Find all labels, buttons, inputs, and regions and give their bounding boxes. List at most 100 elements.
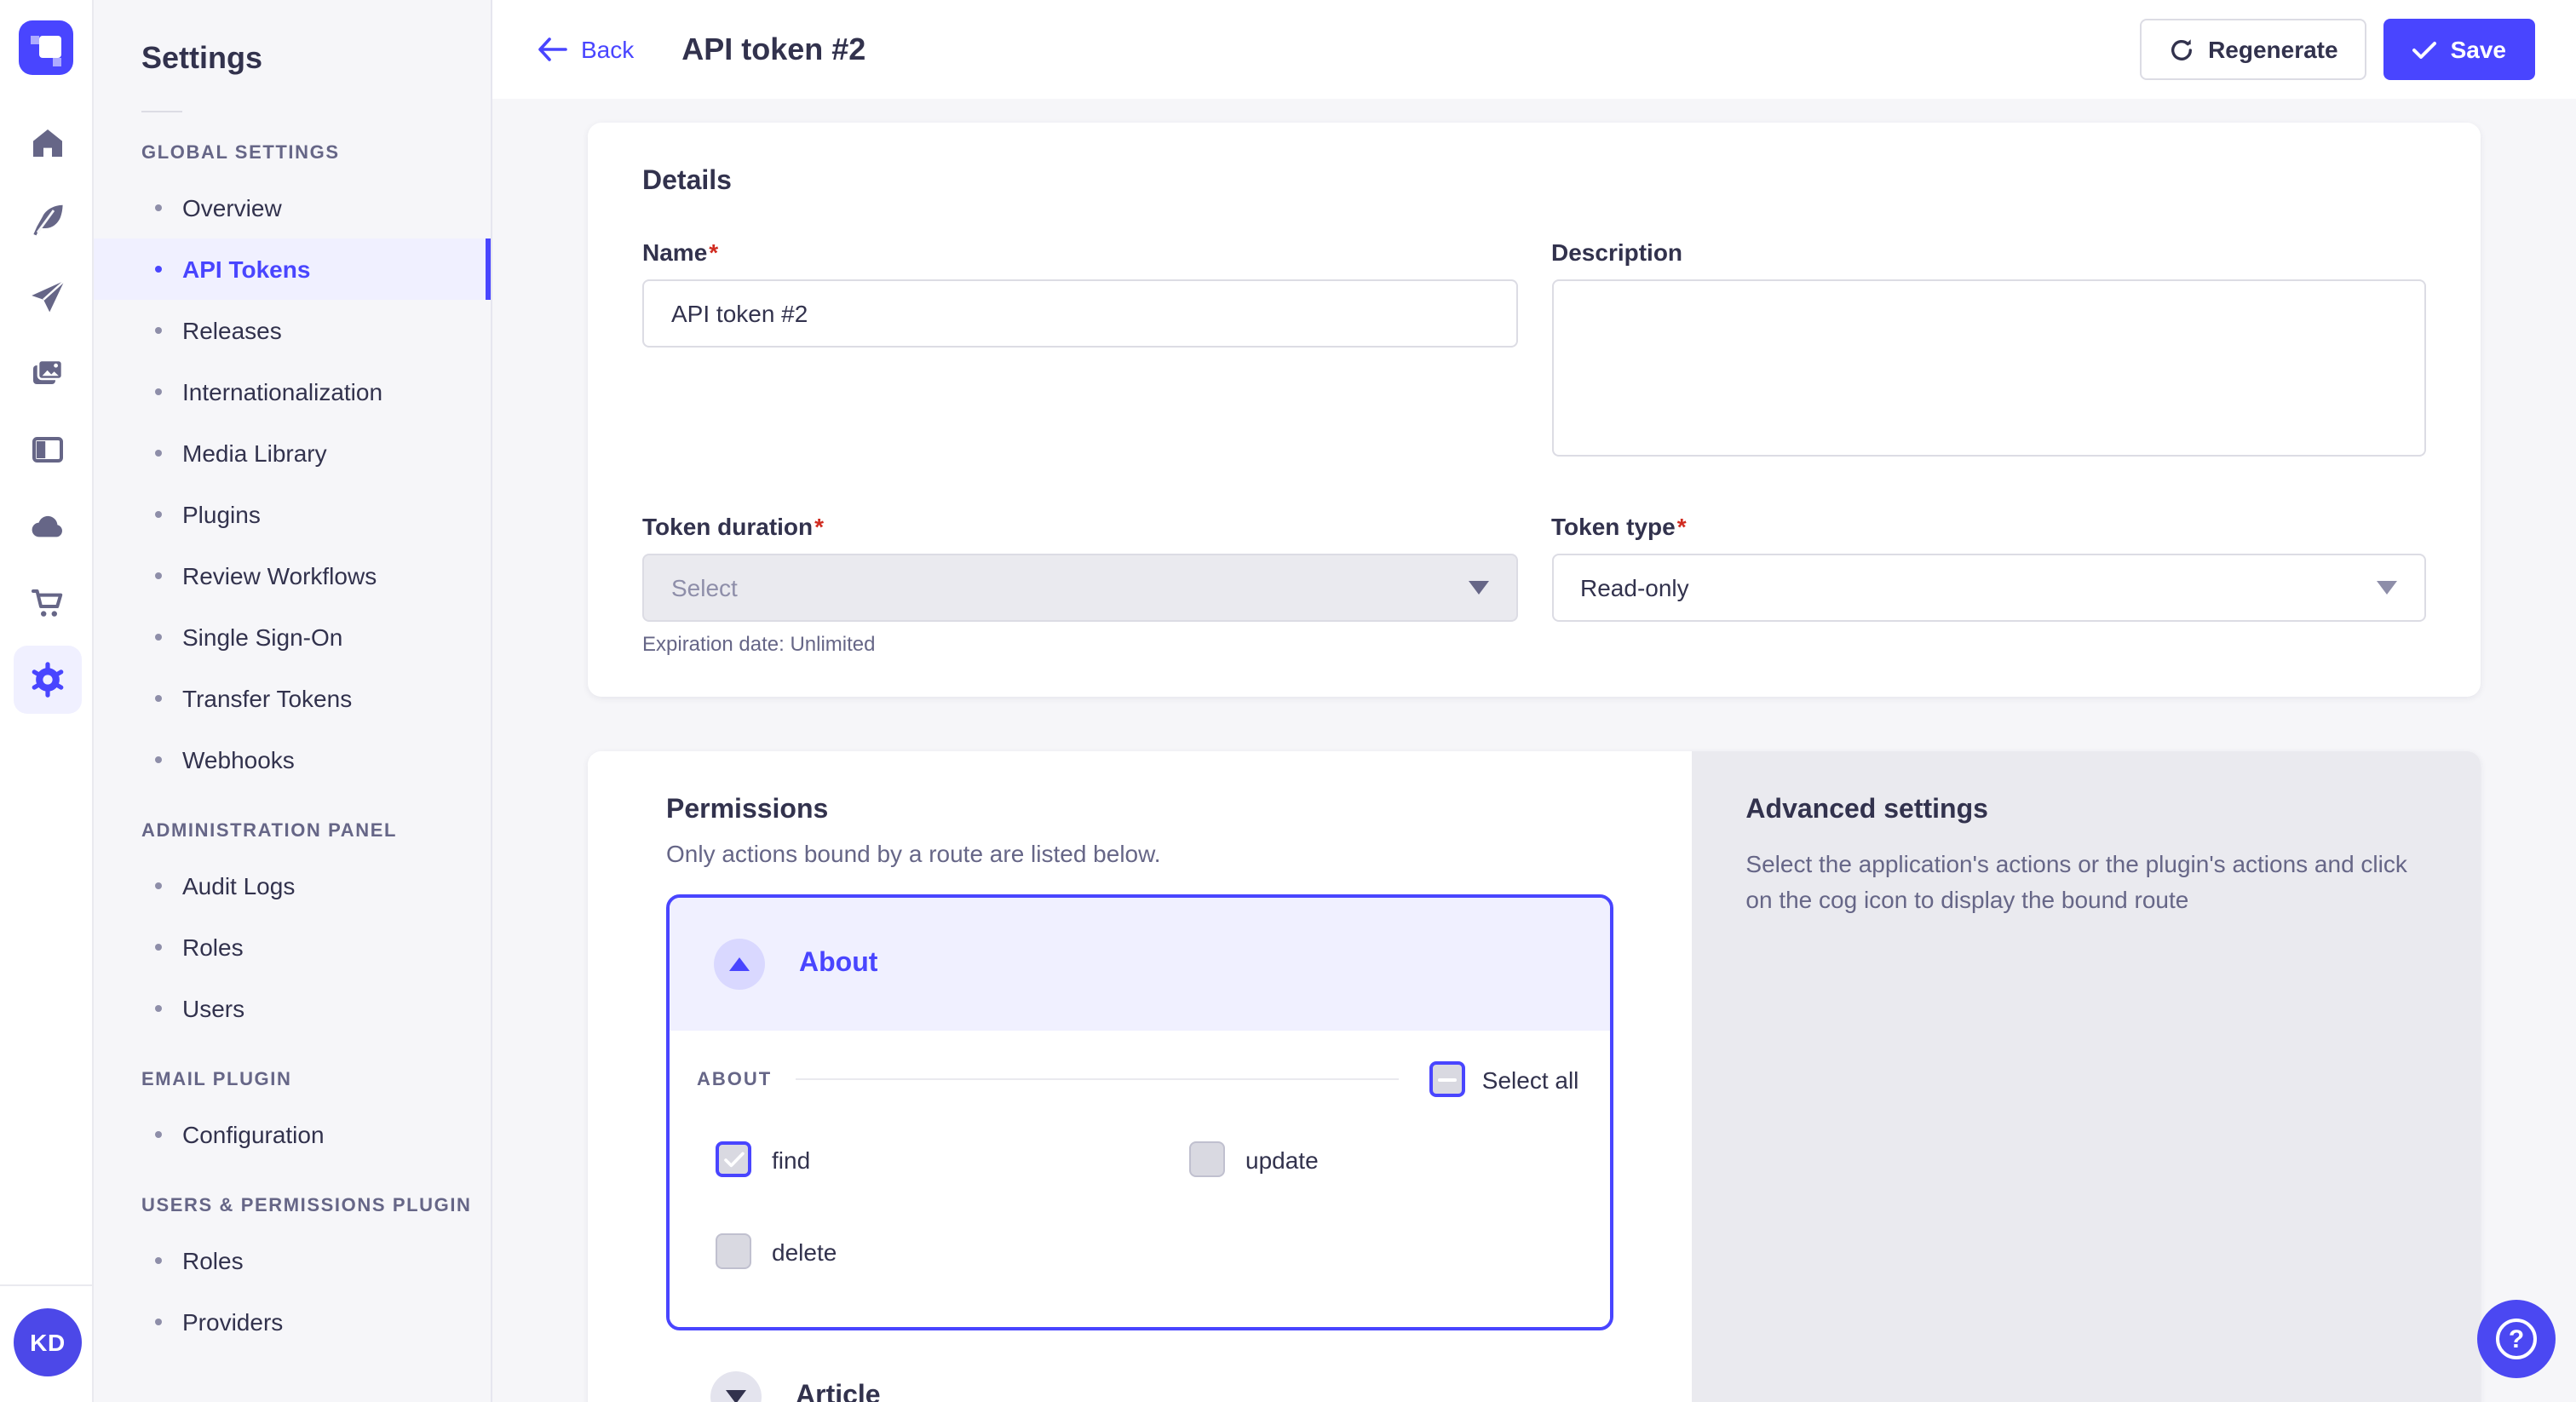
token-duration-value: Select <box>671 574 738 601</box>
select-all-control[interactable]: Select all <box>1429 1061 1579 1097</box>
main-nav-rail: KD <box>0 0 94 1402</box>
check-icon <box>2413 40 2437 59</box>
sidebar-item-label: Media Library <box>182 440 327 467</box>
bullet-icon <box>155 756 162 763</box>
token-duration-select[interactable]: Select <box>642 554 1517 622</box>
back-button[interactable]: Back <box>537 36 634 63</box>
save-label: Save <box>2451 36 2506 63</box>
regenerate-label: Regenerate <box>2208 36 2338 63</box>
sidebar-item-media-library[interactable]: Media Library <box>94 422 491 484</box>
permissions-pane: Permissions Only actions bound by a rout… <box>588 751 1691 1402</box>
action-update: update <box>1189 1141 1578 1177</box>
update-checkbox[interactable] <box>1189 1141 1225 1177</box>
sidebar-item-admin-users[interactable]: Users <box>94 978 491 1039</box>
sidebar-item-label: Providers <box>182 1308 283 1336</box>
sidebar-item-label: Audit Logs <box>182 872 295 899</box>
sidebar-item-up-roles[interactable]: Roles <box>94 1230 491 1291</box>
bullet-icon <box>155 572 162 579</box>
find-checkbox[interactable] <box>716 1141 751 1177</box>
sidebar-item-label: Plugins <box>182 501 261 528</box>
bullet-icon <box>155 944 162 951</box>
sidebar-item-label: Overview <box>182 194 282 221</box>
expiration-hint: Expiration date: Unlimited <box>642 632 1517 656</box>
select-all-checkbox[interactable] <box>1429 1061 1465 1097</box>
bullet-icon <box>155 1257 162 1264</box>
refresh-icon <box>2169 37 2194 62</box>
layout-panel-icon[interactable] <box>13 416 81 484</box>
home-icon[interactable] <box>13 109 81 177</box>
description-textarea[interactable] <box>1551 279 2426 457</box>
delete-checkbox[interactable] <box>716 1233 751 1269</box>
user-avatar[interactable]: KD <box>14 1308 82 1376</box>
description-label: Description <box>1551 238 2426 266</box>
strapi-logo[interactable] <box>19 20 73 75</box>
sidebar-item-overview[interactable]: Overview <box>94 177 491 238</box>
bullet-icon <box>155 1005 162 1012</box>
expand-circle <box>710 1371 762 1402</box>
check-icon <box>723 1151 744 1168</box>
details-title: Details <box>642 167 2426 198</box>
back-label: Back <box>581 36 634 63</box>
section-label-administration-panel: ADMINISTRATION PANEL <box>94 790 491 855</box>
bullet-icon <box>155 882 162 889</box>
action-label: find <box>772 1146 810 1173</box>
bullet-icon <box>155 204 162 211</box>
chevron-down-icon <box>2377 581 2397 595</box>
action-checkbox-grid: find update delete <box>716 1141 1578 1269</box>
regenerate-button[interactable]: Regenerate <box>2140 19 2367 80</box>
about-accordion: About ABOUT Select all <box>666 894 1613 1330</box>
bullet-icon <box>155 1319 162 1325</box>
sidebar-item-email-configuration[interactable]: Configuration <box>94 1104 491 1165</box>
bullet-icon <box>155 695 162 702</box>
bullet-icon <box>155 450 162 457</box>
details-form: Name* Description Token duration* Select… <box>642 238 2426 656</box>
sidebar-item-audit-logs[interactable]: Audit Logs <box>94 855 491 916</box>
sidebar-item-review-workflows[interactable]: Review Workflows <box>94 545 491 606</box>
token-type-field-group: Token type* Read-only <box>1551 513 2426 622</box>
media-library-images-icon[interactable] <box>13 339 81 407</box>
marketplace-cart-icon[interactable] <box>13 569 81 637</box>
sidebar-item-single-sign-on[interactable]: Single Sign-On <box>94 606 491 668</box>
name-input[interactable] <box>642 279 1517 348</box>
token-type-value: Read-only <box>1580 574 1689 601</box>
required-asterisk: * <box>709 238 718 266</box>
token-type-label: Token type* <box>1551 513 2426 540</box>
sidebar-item-api-tokens[interactable]: API Tokens <box>94 238 491 300</box>
sidebar-item-label: Roles <box>182 1247 244 1274</box>
about-accordion-toggle[interactable]: About <box>670 898 1609 1031</box>
strapi-admin-app: KD Settings GLOBAL SETTINGS Overview API… <box>0 0 2576 1402</box>
about-group-label: ABOUT <box>697 1069 772 1089</box>
sidebar-item-plugins[interactable]: Plugins <box>94 484 491 545</box>
description-field-group: Description <box>1551 238 2426 465</box>
sidebar-item-label: Releases <box>182 317 282 344</box>
content-manager-feather-icon[interactable] <box>13 186 81 254</box>
action-label: delete <box>772 1238 837 1265</box>
chevron-down-icon <box>1468 581 1488 595</box>
page-header: Back API token #2 Regenerate Save <box>492 0 2576 99</box>
sidebar-item-up-providers[interactable]: Providers <box>94 1291 491 1353</box>
sidebar-item-webhooks[interactable]: Webhooks <box>94 729 491 790</box>
token-type-select[interactable]: Read-only <box>1551 554 2426 622</box>
token-duration-field-group: Token duration* Select Expiration date: … <box>642 513 1517 656</box>
sidebar-item-transfer-tokens[interactable]: Transfer Tokens <box>94 668 491 729</box>
subnav-title: Settings <box>94 0 491 77</box>
sidebar-item-releases[interactable]: Releases <box>94 300 491 361</box>
releases-paper-plane-icon[interactable] <box>13 262 81 330</box>
cloud-icon[interactable] <box>13 492 81 560</box>
article-accordion-toggle[interactable]: Article <box>666 1330 1613 1402</box>
sidebar-item-admin-roles[interactable]: Roles <box>94 916 491 978</box>
arrow-left-icon <box>537 37 567 61</box>
rail-icon-list <box>0 109 94 714</box>
save-button[interactable]: Save <box>2384 19 2535 80</box>
settings-gear-icon[interactable] <box>13 646 81 714</box>
action-find: find <box>716 1141 1189 1177</box>
bullet-icon <box>155 388 162 395</box>
article-accordion-title: Article <box>796 1382 881 1402</box>
about-accordion-body: ABOUT Select all <box>670 1031 1609 1327</box>
sidebar-item-label: Users <box>182 995 244 1022</box>
bullet-icon <box>155 327 162 334</box>
name-label: Name* <box>642 238 1517 266</box>
sidebar-item-internationalization[interactable]: Internationalization <box>94 361 491 422</box>
help-button[interactable]: ? <box>2477 1300 2556 1378</box>
bullet-icon <box>155 634 162 641</box>
